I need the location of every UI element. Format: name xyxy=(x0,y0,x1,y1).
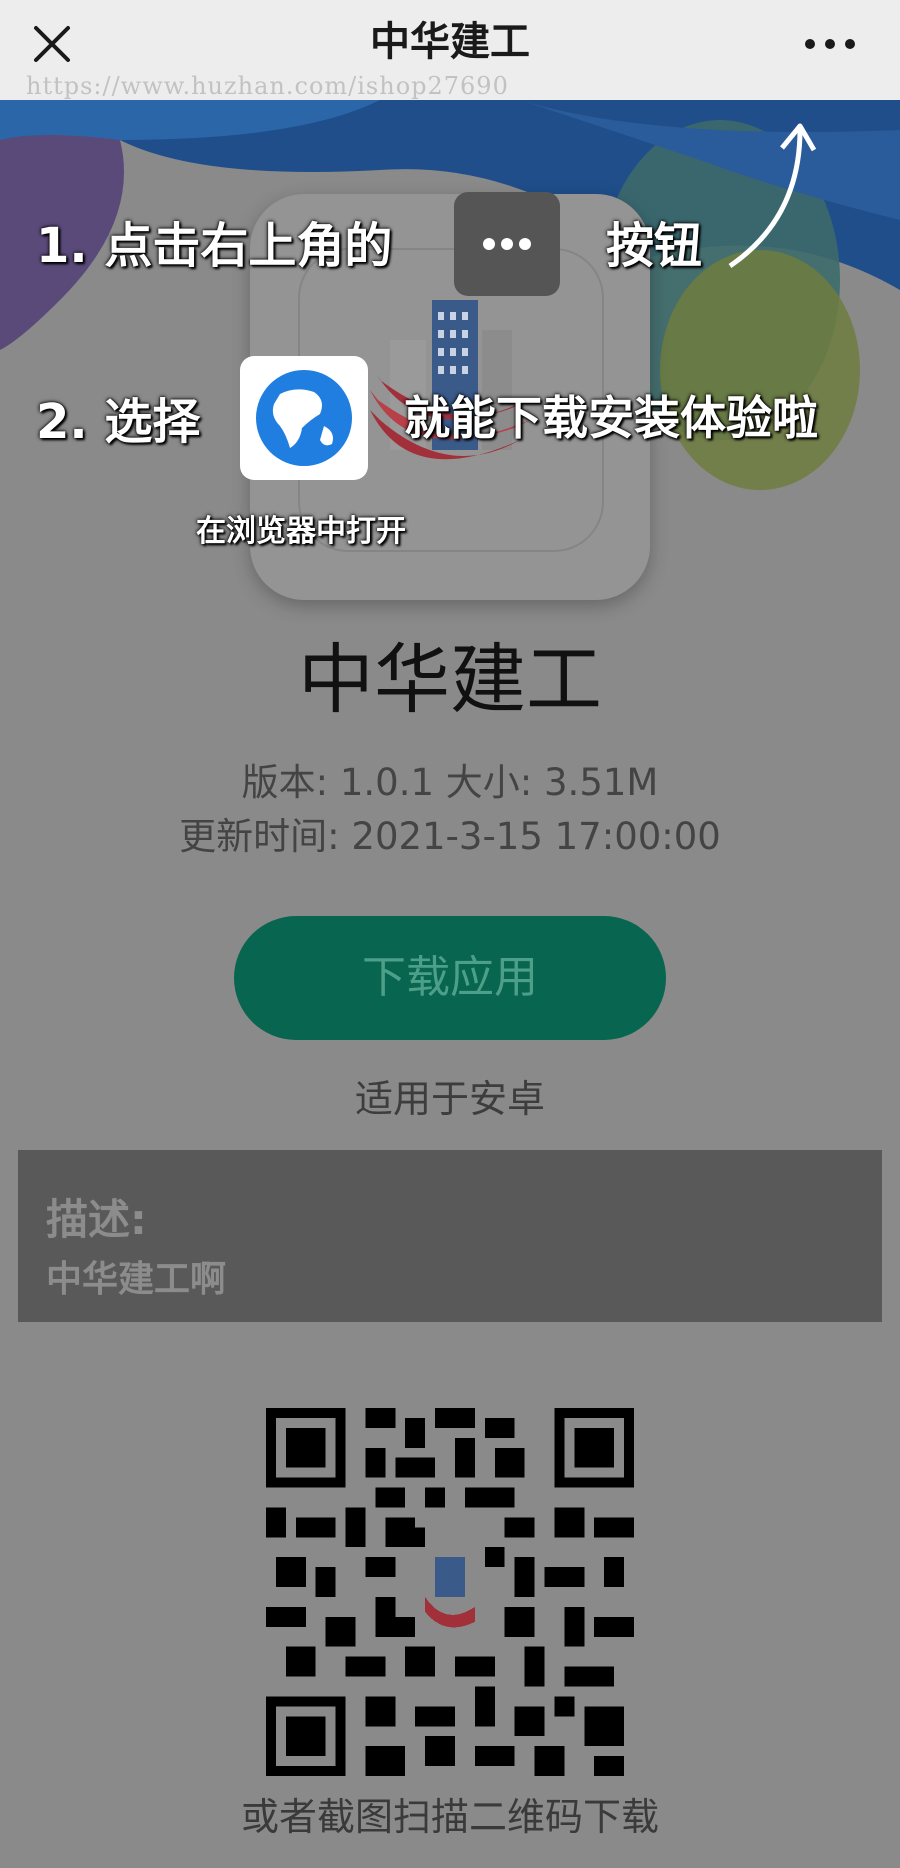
more-button-illustration xyxy=(454,192,560,296)
description-box: 描述: 中华建工啊 xyxy=(18,1150,882,1322)
page-title: 中华建工 xyxy=(370,19,530,65)
watermark-url: https://www.huzhan.com/ishop27690 xyxy=(26,72,509,100)
step2-prefix-text: 2. 选择 xyxy=(36,394,201,450)
step1-prefix-text: 1. 点击右上角的 xyxy=(36,218,393,274)
step2-suffix-text: 就能下载安装体验啦 xyxy=(404,391,818,445)
version-size-text: 版本: 1.0.1 大小: 3.51M xyxy=(241,761,659,804)
description-text: 中华建工啊 xyxy=(46,1259,227,1300)
qr-code xyxy=(266,1408,634,1776)
browser-icon xyxy=(240,356,368,480)
qr-caption: 或者截图扫描二维码下载 xyxy=(240,1795,659,1839)
more-icon[interactable] xyxy=(800,22,860,66)
download-app-button[interactable]: 下载应用 xyxy=(234,916,666,1040)
app-name: 中华建工 xyxy=(298,635,602,724)
platform-note: 适用于安卓 xyxy=(354,1077,545,1121)
arrow-up-right-icon xyxy=(728,123,817,269)
update-time-text: 更新时间: 2021-3-15 17:00:00 xyxy=(179,815,721,858)
open-in-browser-label: 在浏览器中打开 xyxy=(196,514,406,549)
top-nav-bar: 中华建工 https://www.huzhan.com/ishop27690 xyxy=(0,0,900,100)
step1-suffix-text: 按钮 xyxy=(606,218,703,274)
description-title: 描述: xyxy=(46,1195,147,1244)
